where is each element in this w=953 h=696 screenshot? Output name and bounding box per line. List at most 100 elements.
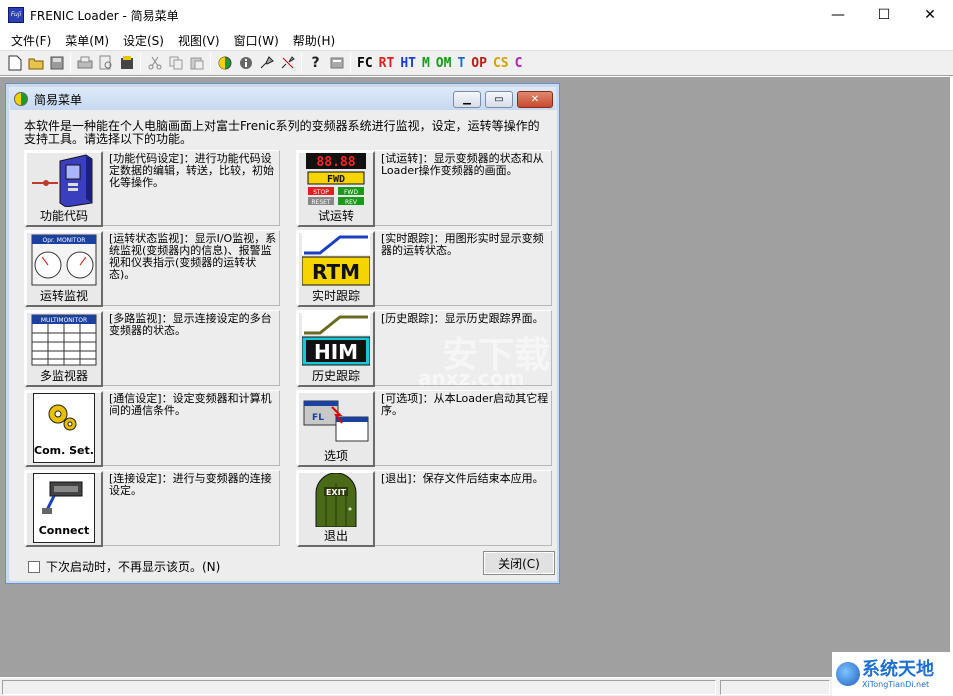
toolbar-separator (140, 53, 141, 73)
option-windows-icon: FL (302, 393, 370, 447)
menu-help[interactable]: 帮助(H) (286, 32, 342, 49)
multi-monitor-description: [多路监视]：显示连接设定的多台变频器的状态。 (109, 312, 272, 337)
dont-show-again-row[interactable]: 下次启动时，不再显示该页。(N) (28, 558, 220, 575)
operation-monitor-tool[interactable]: OM (433, 56, 455, 71)
status-pane-secondary (720, 680, 830, 695)
close-window-button[interactable]: ✕ (907, 0, 953, 30)
operation-monitor-button[interactable]: Opr. MONITOR 运转监视 (25, 231, 103, 307)
print-icon[interactable] (74, 53, 95, 74)
exit-art-text: EXIT (326, 488, 347, 497)
watermark-sub: anxz.com (418, 366, 525, 390)
minimize-button[interactable]: — (815, 0, 861, 30)
connect-icon[interactable] (256, 53, 277, 74)
dialog-close-button[interactable]: ✕ (517, 91, 553, 108)
site-brand-watermark: 系统天地 XiTongTianDi.net (832, 652, 953, 696)
trace-tool[interactable]: T (454, 56, 468, 71)
history-trace-tool[interactable]: HT (397, 56, 419, 71)
menu-cell-exit: EXIT 退出 [退出]：保存文件后结束本应用。 (296, 470, 552, 547)
test-run-reset-key: RESET (311, 199, 331, 206)
test-run-button[interactable]: 88.88 FWD STOP FWD RESET REV 试运转 (297, 151, 375, 227)
dialog-maximize-button[interactable]: ▭ (485, 91, 513, 108)
dont-show-again-checkbox[interactable] (28, 560, 40, 573)
exit-button[interactable]: EXIT 退出 (297, 471, 375, 547)
open-folder-icon[interactable] (25, 53, 46, 74)
window-title: FRENIC Loader - 简易菜单 (30, 8, 179, 23)
com-set-tool[interactable]: CS (490, 56, 512, 71)
menu-settings[interactable]: 设定(S) (116, 32, 171, 49)
plug-icon (42, 481, 83, 514)
option-label: 选项 (323, 449, 348, 463)
context-help-icon[interactable] (326, 53, 347, 74)
test-run-stop-key: STOP (313, 189, 329, 196)
close-dialog-button[interactable]: 关闭(C) (483, 551, 555, 575)
test-run-digits: 88.88 (316, 155, 355, 170)
maximize-button[interactable]: ☐ (861, 0, 907, 30)
title-bar: Fuji FRENIC Loader - 简易菜单 — ☐ ✕ (0, 0, 953, 30)
function-code-tool[interactable]: FC (354, 56, 376, 71)
print-preview-icon[interactable] (95, 53, 116, 74)
help-icon[interactable]: ? (305, 53, 326, 74)
intro-text: 本软件是一种能在个人电脑画面上对富士Frenic系列的变频器系统进行监视，设定，… (24, 119, 540, 146)
easy-menu-icon[interactable] (214, 53, 235, 74)
multi-monitor-header: MULTIMONITOR (41, 317, 87, 324)
com-set-button[interactable]: Com. Set. (25, 391, 103, 467)
dialog-title: 简易菜单 (34, 92, 83, 107)
toolbar-separator (301, 53, 302, 73)
cut-icon[interactable] (144, 53, 165, 74)
new-file-icon[interactable] (4, 53, 25, 74)
exit-label: 退出 (323, 529, 348, 543)
test-run-label: 试运转 (317, 209, 354, 223)
menu-file[interactable]: 文件(F) (4, 32, 58, 49)
globe-icon (836, 662, 860, 686)
menu-bar: 文件(F) 菜单(M) 设定(S) 视图(V) 窗口(W) 帮助(H) (0, 30, 953, 50)
function-code-button[interactable]: 功能代码 (25, 151, 103, 227)
copy-icon[interactable] (165, 53, 186, 74)
realtime-trace-label: 实时跟踪 (311, 289, 360, 303)
toolbar-separator (210, 53, 211, 73)
com-set-label: Com. Set. (34, 444, 94, 457)
multi-monitor-button[interactable]: MULTIMONITOR 多监视器 (25, 311, 103, 387)
inverter-icon (30, 153, 98, 208)
menu-cell-connect: Connect [连接设定]：进行与变频器的连接设定。 (24, 470, 280, 547)
option-button[interactable]: FL 选项 (297, 391, 375, 467)
monitor-tool[interactable]: M (419, 56, 433, 71)
connect-page: Connect (33, 473, 95, 543)
menu-view[interactable]: 视图(V) (171, 32, 227, 49)
function-code-description: [功能代码设定]：进行功能代码设定数据的编辑，转送，比较，初始化等操作。 (109, 152, 274, 189)
toolbar-separator (350, 53, 351, 73)
dialog-title-bar[interactable]: 简易菜单 ▁ ▭ ✕ (10, 88, 555, 110)
test-run-description: [试运转]：显示变频器的状态和从Loader操作变频器的画面。 (381, 152, 544, 177)
test-run-fwd-key: FWD (344, 189, 358, 196)
dialog-minimize-button[interactable]: ▁ (453, 91, 481, 108)
gear-icon (48, 404, 77, 431)
dont-show-again-label: 下次启动时，不再显示该页。(N) (46, 560, 221, 574)
option-description: [可选项]：从本Loader启动其它程序。 (381, 392, 549, 417)
history-trace-icon: HIM (301, 313, 371, 367)
menu-window[interactable]: 窗口(W) (227, 32, 286, 49)
operation-monitor-header: Opr. MONITOR (43, 237, 86, 244)
realtime-trace-button[interactable]: RTM 实时跟踪 (297, 231, 375, 307)
paste-icon[interactable] (186, 53, 207, 74)
history-trace-art-text: HIM (314, 340, 358, 364)
connect-button[interactable]: Connect (25, 471, 103, 547)
multi-monitor-icon: MULTIMONITOR (30, 313, 98, 367)
menu-menu[interactable]: 菜单(M) (58, 32, 116, 49)
save-icon[interactable] (46, 53, 67, 74)
menu-cell-option: FL 选项 [可选项]：从本Loader启动其它程序。 (296, 390, 552, 467)
connect-tool[interactable]: C (512, 56, 526, 71)
operation-monitor-label: 运转监视 (39, 289, 88, 303)
info-icon[interactable] (235, 53, 256, 74)
menu-cell-function-code: 功能代码 [功能代码设定]：进行功能代码设定数据的编辑，转送，比较，初始化等操作… (24, 150, 280, 227)
test-run-tool[interactable]: RT (376, 56, 398, 71)
option-tool[interactable]: OP (468, 56, 490, 71)
disconnect-icon[interactable] (277, 53, 298, 74)
option-art-text: FL (312, 413, 324, 423)
exit-description: [退出]：保存文件后结束本应用。 (381, 472, 544, 485)
menu-cell-test-run: 88.88 FWD STOP FWD RESET REV 试运转 [试运转]：显… (296, 150, 552, 227)
easy-menu-icon (14, 92, 28, 106)
realtime-trace-art-text: RTM (312, 260, 360, 284)
com-set-page: Com. Set. (33, 393, 95, 463)
printer-setup-icon[interactable] (116, 53, 137, 74)
menu-cell-realtime-trace: RTM 实时跟踪 [实时跟踪]：用图形实时显示变频器的运转状态。 (296, 230, 552, 307)
history-trace-button[interactable]: HIM 历史跟踪 (297, 311, 375, 387)
